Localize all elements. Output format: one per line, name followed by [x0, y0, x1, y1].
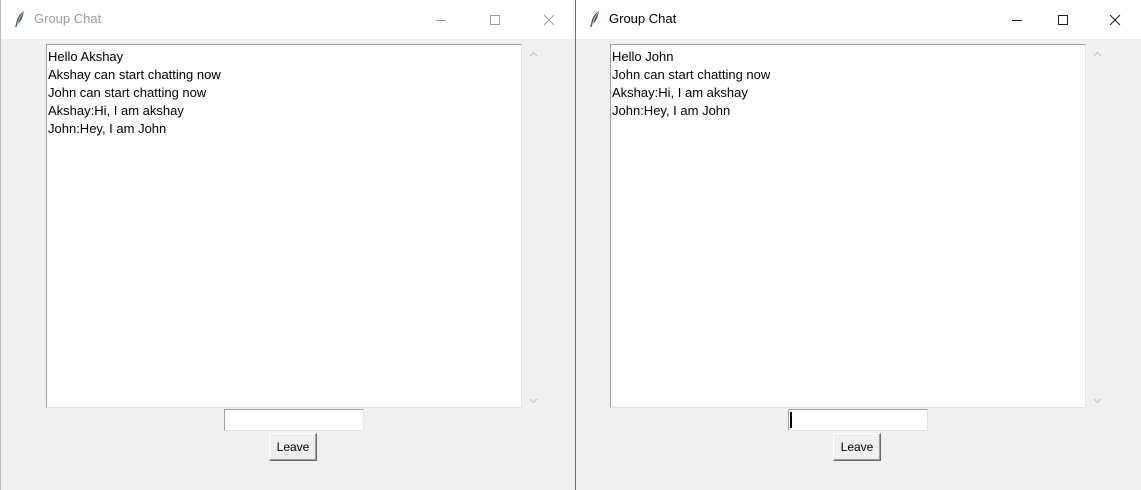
feather-icon: [10, 9, 30, 29]
feather-icon: [585, 9, 605, 29]
chat-message: Akshay can start chatting now: [48, 67, 221, 82]
vertical-scrollbar[interactable]: [1086, 44, 1108, 408]
scroll-up-button[interactable]: [1086, 44, 1108, 61]
scroll-up-button[interactable]: [522, 44, 544, 61]
chat-message: Akshay:Hi, I am akshay: [612, 85, 748, 100]
chat-message: Hello Akshay: [48, 49, 124, 64]
chevron-up-icon: [529, 44, 538, 62]
maximize-button[interactable]: [472, 0, 518, 39]
scroll-down-button[interactable]: [1086, 391, 1108, 408]
text-cursor: [790, 412, 792, 428]
chat-message-area[interactable]: Hello John John can start chatting now A…: [610, 44, 1086, 408]
close-button[interactable]: [526, 0, 572, 39]
chat-message-area[interactable]: Hello Akshay Akshay can start chatting n…: [46, 44, 522, 408]
minimize-icon: [435, 14, 447, 26]
window-title: Group Chat: [34, 11, 102, 26]
chat-message: John:Hey, I am John: [612, 103, 731, 118]
group-chat-window-john: Group Chat Hello John John can start cha…: [575, 0, 1141, 490]
vertical-scrollbar[interactable]: [522, 44, 544, 408]
scroll-down-button[interactable]: [522, 391, 544, 408]
close-button[interactable]: [1092, 0, 1138, 39]
leave-button[interactable]: Leave: [269, 433, 317, 461]
maximize-button[interactable]: [1040, 0, 1086, 39]
close-icon: [1109, 14, 1121, 26]
chat-message: Hello John: [612, 49, 674, 64]
chat-message: John can start chatting now: [612, 67, 771, 82]
chevron-down-icon: [1093, 391, 1102, 409]
minimize-button[interactable]: [994, 0, 1040, 39]
chevron-down-icon: [529, 391, 538, 409]
minimize-button[interactable]: [418, 0, 464, 39]
window-title: Group Chat: [609, 11, 677, 26]
chat-message: Akshay:Hi, I am akshay: [48, 103, 184, 118]
chat-message: John:Hey, I am John: [48, 121, 167, 136]
title-bar[interactable]: Group Chat: [1, 0, 575, 39]
close-icon: [543, 14, 555, 26]
maximize-icon: [489, 14, 501, 26]
leave-button[interactable]: Leave: [833, 433, 881, 461]
minimize-icon: [1011, 14, 1023, 26]
title-bar[interactable]: Group Chat: [576, 0, 1141, 39]
chat-message: John can start chatting now: [48, 85, 207, 100]
message-input[interactable]: [224, 409, 364, 431]
maximize-icon: [1057, 14, 1069, 26]
group-chat-window-akshay: Group Chat Hello Akshay Akshay can start…: [0, 0, 575, 490]
chevron-up-icon: [1093, 44, 1102, 62]
message-input[interactable]: [788, 409, 928, 431]
